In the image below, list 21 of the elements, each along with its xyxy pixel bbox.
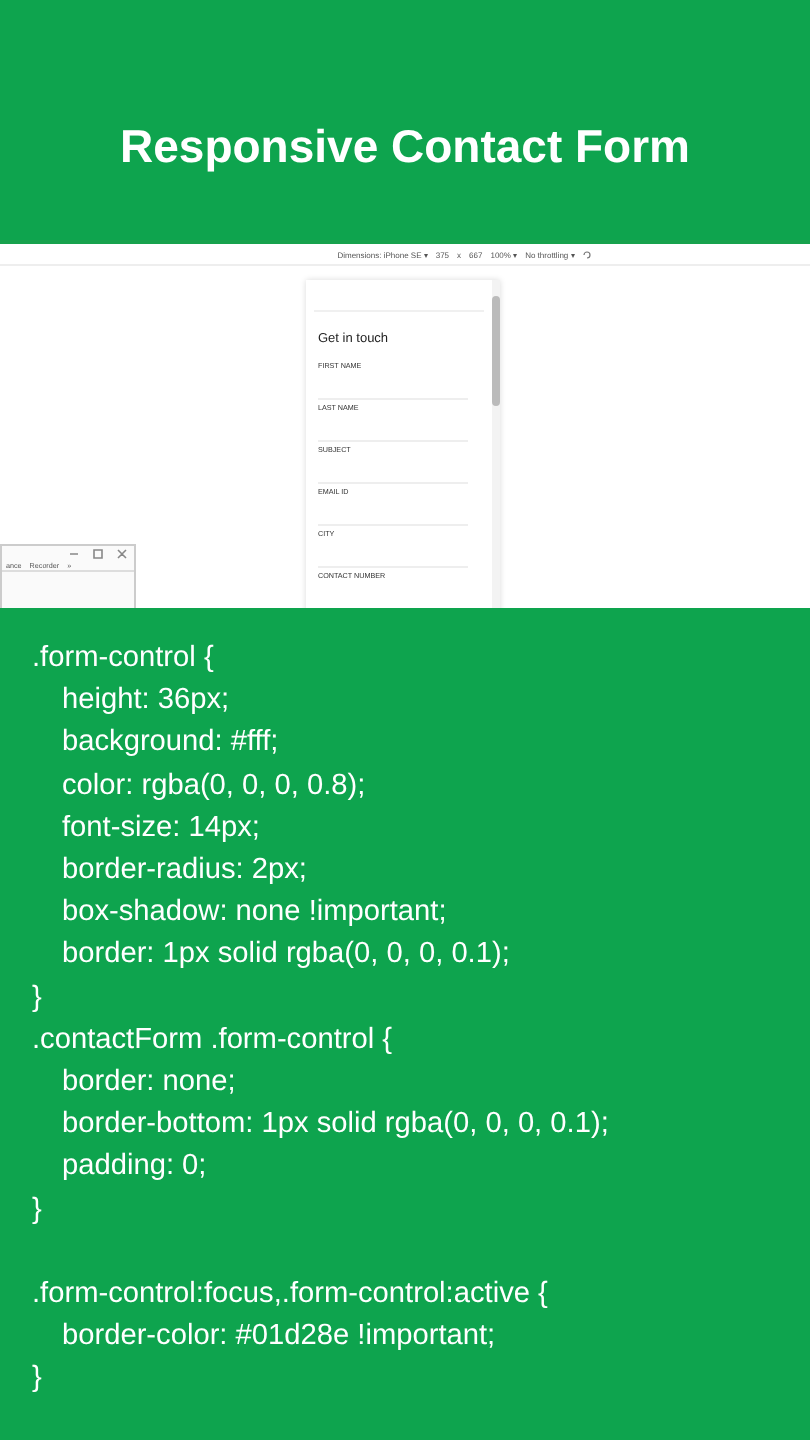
code-line: border-radius: 2px; (60, 852, 307, 891)
code-line: border-color: #01d28e !important; (60, 1318, 496, 1357)
video-title: Responsive Contact Form (120, 117, 690, 173)
code-line: } (32, 979, 42, 1018)
code-line: border: 1px solid rgba(0, 0, 0, 0.1); (60, 936, 510, 975)
code-line: height: 36px; (60, 682, 230, 721)
code-line: box-shadow: none !important; (60, 894, 447, 933)
code-line: border-bottom: 1px solid rgba(0, 0, 0, 0.1); (60, 1106, 609, 1145)
code-line: } (32, 1360, 42, 1399)
code-line: font-size: 14px; (60, 809, 260, 848)
code-line: background: #fff; (60, 724, 279, 763)
rotate-icon[interactable] (582, 249, 593, 259)
code-line: } (32, 1191, 42, 1230)
code-line: border: none; (60, 1064, 236, 1103)
code-line: .form-control { (32, 640, 214, 678)
code-line: padding: 0; (60, 1148, 207, 1187)
code-line: .form-control:focus,.form-control:active { (32, 1276, 548, 1315)
scrollbar[interactable] (492, 280, 500, 608)
code-line: color: rgba(0, 0, 0, 0.8); (60, 767, 366, 806)
code-line: .contactForm .form-control { (32, 1021, 393, 1060)
window-controls-icon[interactable] (68, 548, 128, 560)
